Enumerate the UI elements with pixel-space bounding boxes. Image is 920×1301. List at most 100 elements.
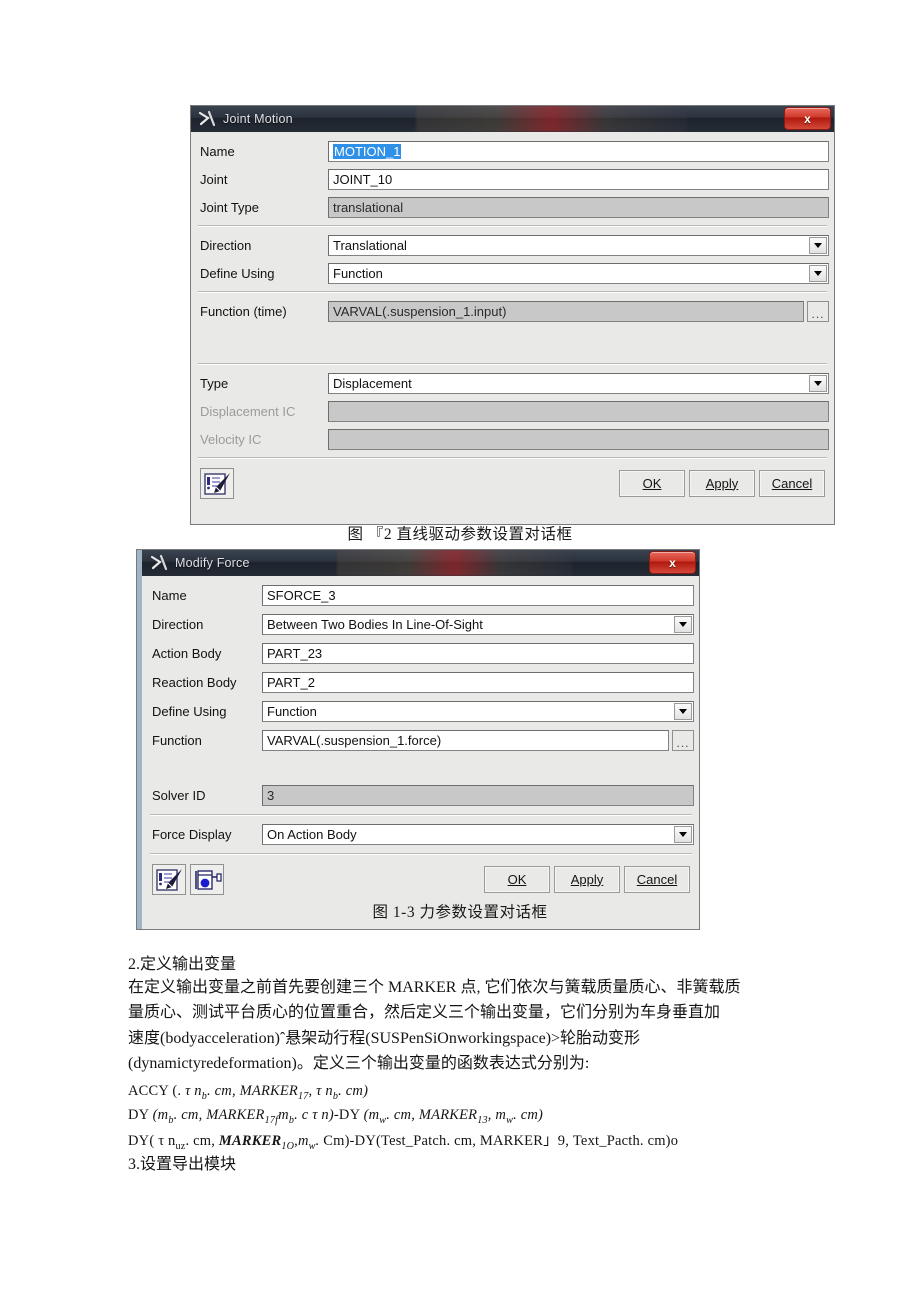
body-paragraph-line-2: 量质心、测试平台质心的位置重合，然后定义三个输出变量，它们分别为车身垂直加 — [128, 1004, 721, 1021]
type-select[interactable]: Displacement — [328, 372, 829, 394]
divider-force-1 — [150, 814, 692, 816]
row-velocity-ic: Velocity IC — [196, 425, 829, 453]
modify-force-button-bar: OK Apply Cancel — [148, 859, 694, 899]
force-function-browse-button[interactable]: ... — [672, 730, 694, 751]
apply-button[interactable]: Apply — [554, 865, 620, 893]
direction-select[interactable]: Translational — [328, 234, 829, 256]
row-joint-type: Joint Type translational — [196, 193, 829, 221]
modify-force-body: Name SFORCE_3 Direction Between Two Bodi… — [142, 576, 700, 899]
close-icon[interactable]: x — [649, 551, 696, 574]
joint-input[interactable]: JOINT_10 — [328, 168, 829, 190]
label-force-function: Function — [152, 733, 202, 748]
modify-force-titlebar[interactable]: Modify Force x — [142, 549, 700, 576]
force-define-using-select[interactable]: Function — [262, 701, 694, 722]
modify-force-dialog: Modify Force x Name SFORCE_3 Direction B… — [136, 549, 700, 930]
row-force-name: Name SFORCE_3 — [148, 581, 694, 610]
close-icon[interactable]: x — [784, 107, 831, 130]
modify-force-actions: OK Apply Cancel — [484, 865, 690, 893]
force-function-spacer — [148, 755, 694, 781]
force-display-select[interactable]: On Action Body — [262, 824, 694, 845]
function-browse-button[interactable]: ... — [807, 300, 829, 322]
force-direction-value: Between Two Bodies In Line-Of-Sight — [267, 617, 483, 632]
define-using-value: Function — [333, 265, 383, 281]
chevron-down-icon[interactable] — [674, 616, 692, 633]
body-paragraph-line-3: 速度(bodyacceleration)ˆ悬架动行程(SUSPenSiOnwor… — [128, 1030, 641, 1047]
chevron-down-icon[interactable] — [809, 236, 827, 254]
row-action-body: Action Body PART_23 — [148, 639, 694, 668]
solver-id-value: 3 — [262, 785, 694, 806]
row-joint: Joint JOINT_10 — [196, 165, 829, 193]
label-direction: Direction — [200, 237, 252, 253]
force-function-input[interactable]: VARVAL(.suspension_1.force) — [262, 730, 669, 751]
direction-value: Translational — [333, 237, 407, 253]
joint-motion-button-bar: OK Apply Cancel — [196, 463, 829, 503]
chevron-down-icon[interactable] — [809, 264, 827, 282]
chevron-down-icon[interactable] — [674, 703, 692, 720]
joint-motion-titlebar[interactable]: Joint Motion x — [190, 105, 835, 132]
reaction-body-input[interactable]: PART_2 — [262, 672, 694, 693]
cancel-button[interactable]: Cancel — [624, 865, 690, 893]
force-define-using-value: Function — [267, 704, 317, 719]
ok-button[interactable]: OK — [484, 865, 550, 893]
label-solver-id: Solver ID — [152, 788, 206, 803]
divider-1 — [198, 225, 827, 227]
chevron-down-icon[interactable] — [674, 826, 692, 843]
joint-motion-dialog: Joint Motion x Name MOTION_1 Joint JOINT… — [190, 105, 835, 525]
adams-app-icon — [197, 109, 219, 129]
divider-4 — [198, 457, 827, 459]
adams-app-icon — [149, 553, 171, 573]
label-force-direction: Direction — [152, 617, 204, 632]
joint-motion-body: Name MOTION_1 Joint JOINT_10 Joint Type … — [190, 132, 835, 503]
label-joint: Joint — [200, 171, 228, 187]
figure-caption-1-2: 图 『2 直线驱动参数设置对话框 — [347, 526, 573, 543]
label-define-using: Define Using — [200, 265, 275, 281]
apply-button[interactable]: Apply — [689, 469, 755, 497]
row-function-time: Function (time) VARVAL(.suspension_1.inp… — [196, 297, 829, 325]
label-type: Type — [200, 375, 229, 391]
label-force-define-using: Define Using — [152, 704, 227, 719]
displacement-ic-value — [328, 400, 829, 422]
force-name-input[interactable]: SFORCE_3 — [262, 585, 694, 606]
velocity-ic-value — [328, 428, 829, 450]
joint-motion-title: Joint Motion — [223, 111, 293, 126]
function-area-spacer — [196, 325, 829, 359]
label-function-time: Function (time) — [200, 303, 287, 319]
row-name: Name MOTION_1 — [196, 137, 829, 165]
body-paragraph-line-1: 在定义输出变量之前首先要创建三个 MARKER 点, 它们依次与簧载质量质心、非… — [128, 979, 741, 996]
row-reaction-body: Reaction Body PART_2 — [148, 668, 694, 697]
joint-motion-actions: OK Apply Cancel — [619, 469, 825, 497]
force-direction-select[interactable]: Between Two Bodies In Line-Of-Sight — [262, 614, 694, 635]
action-body-input[interactable]: PART_23 — [262, 643, 694, 664]
ok-button[interactable]: OK — [619, 469, 685, 497]
edit-pen-icon[interactable] — [200, 467, 234, 499]
name-input[interactable]: MOTION_1 — [328, 140, 829, 162]
body-paragraph-line-4: (dynamictyredeformation)。定义三个输出变量的函数表达式分… — [128, 1055, 590, 1072]
label-joint-type: Joint Type — [200, 199, 260, 215]
label-force-display: Force Display — [152, 827, 232, 842]
figure-caption-1-3: 图 1-3 力参数设置对话框 — [372, 904, 548, 921]
row-direction: Direction Translational — [196, 231, 829, 259]
row-force-function: Function VARVAL(.suspension_1.force) ... — [148, 726, 694, 755]
section-3-heading: 3.设置导出模块 — [128, 1156, 237, 1173]
label-action-body: Action Body — [152, 646, 222, 661]
type-value: Displacement — [333, 375, 412, 391]
row-displacement-ic: Displacement IC — [196, 397, 829, 425]
force-display-value: On Action Body — [267, 827, 357, 842]
joint-type-value: translational — [328, 196, 829, 218]
cancel-button[interactable]: Cancel — [759, 469, 825, 497]
divider-2 — [198, 291, 827, 293]
divider-force-2 — [150, 853, 692, 855]
force-marker-icon[interactable] — [190, 863, 224, 895]
row-force-define-using: Define Using Function — [148, 697, 694, 726]
chevron-down-icon[interactable] — [809, 374, 827, 392]
function-time-value: VARVAL(.suspension_1.input) — [328, 300, 804, 322]
row-solver-id: Solver ID 3 — [148, 781, 694, 810]
section-2-heading: 2.定义输出变量 — [128, 956, 237, 973]
label-name: Name — [200, 143, 235, 159]
label-displacement-ic: Displacement IC — [200, 403, 296, 419]
divider-3 — [198, 363, 827, 365]
row-define-using: Define Using Function — [196, 259, 829, 287]
edit-pen-icon[interactable] — [152, 863, 186, 895]
row-force-direction: Direction Between Two Bodies In Line-Of-… — [148, 610, 694, 639]
define-using-select[interactable]: Function — [328, 262, 829, 284]
